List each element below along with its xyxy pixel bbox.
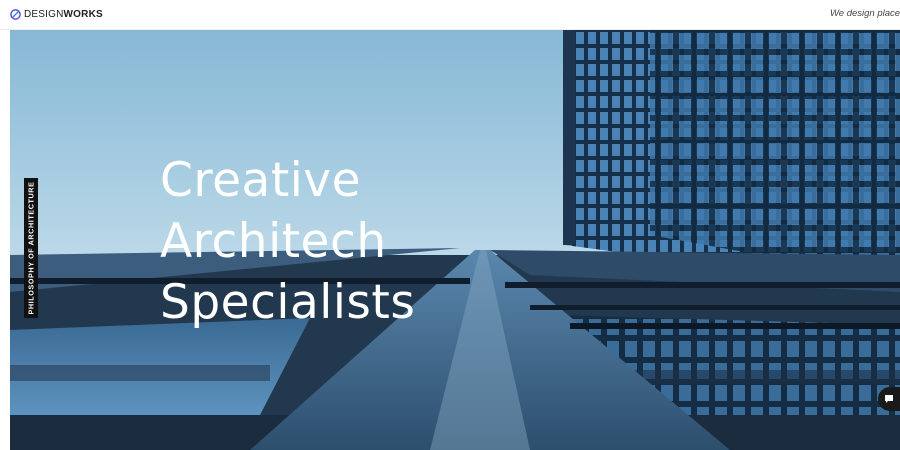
hero-headline: Creative Architech Specialists [160, 150, 415, 333]
hero-headline-line-3: Specialists [160, 275, 416, 330]
logo-text-bold: WORKS [63, 9, 103, 20]
chat-bubble-icon [885, 395, 893, 403]
site-logo[interactable]: DESIGNWORKS [10, 9, 103, 20]
site-header: DESIGNWORKS We design places [0, 0, 900, 30]
hero-section: Creative Architech Specialists PHILOSOPH… [10, 30, 900, 450]
logo-mark-icon [10, 9, 21, 20]
hero-headline-line-2: Architech [160, 214, 387, 269]
header-tagline: We design places [830, 8, 900, 19]
hero-background-image [10, 30, 900, 450]
logo-text-light: DESIGN [24, 9, 64, 20]
philosophy-side-tab-label: PHILOSOPHY OF ARCHITECTURE [26, 181, 36, 315]
chat-button[interactable] [878, 387, 900, 411]
hero-headline-line-1: Creative [160, 153, 362, 208]
philosophy-side-tab[interactable]: PHILOSOPHY OF ARCHITECTURE [24, 178, 38, 318]
